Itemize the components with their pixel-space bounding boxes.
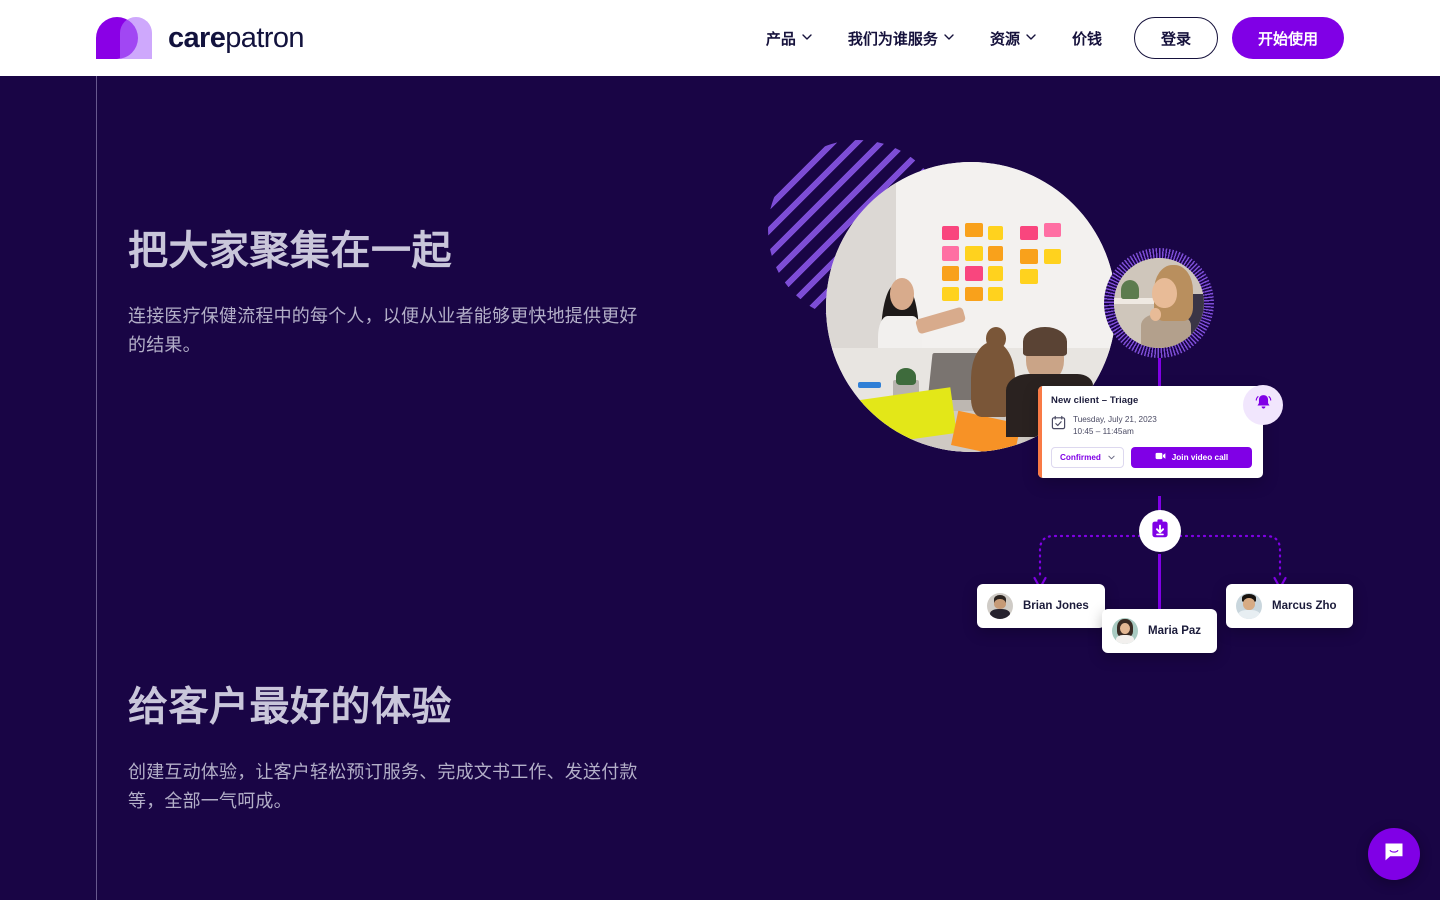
join-video-call-label: Join video call: [1172, 453, 1228, 462]
chevron-down-icon: [944, 32, 954, 42]
logo-word-bold: care: [168, 22, 225, 54]
appointment-date: Tuesday, July 21, 2023: [1073, 415, 1157, 424]
section-two-heading: 给客户最好的体验: [128, 682, 648, 732]
nav-item-who-we-serve-label: 我们为谁服务: [848, 28, 938, 49]
appointment-datetime: Tuesday, July 21, 2023 10:45 – 11:45am: [1051, 414, 1252, 438]
section-one-body: 连接医疗保健流程中的每个人，以便从业者能够更快地提供更好的结果。: [128, 302, 648, 360]
status-dropdown[interactable]: Confirmed: [1051, 447, 1124, 468]
clipboard-download-icon: [1149, 518, 1171, 545]
hero-stage: 把大家聚集在一起 连接医疗保健流程中的每个人，以便从业者能够更快地提供更好的结果…: [0, 76, 1440, 900]
chevron-down-icon: [1108, 453, 1115, 462]
person-card-brian-jones[interactable]: Brian Jones: [977, 584, 1105, 628]
bell-icon: [1254, 393, 1273, 417]
nav-item-products-label: 产品: [766, 28, 796, 49]
section-two-body: 创建互动体验，让客户轻松预订服务、完成文书工作、发送付款等，全部一气呵成。: [128, 758, 648, 816]
logo-word-regular: patron: [225, 22, 304, 54]
brian-jones-avatar: [987, 593, 1013, 619]
nav-item-pricing-label: 价钱: [1072, 28, 1102, 49]
calendar-check-icon: [1051, 415, 1066, 430]
video-camera-icon: [1155, 452, 1166, 462]
maria-paz-avatar: [1112, 618, 1138, 644]
chevron-down-icon: [802, 32, 812, 42]
bell-notification-badge[interactable]: [1243, 385, 1283, 425]
main-navigation: 产品 我们为谁服务 资源 价钱 登录 开始使用: [748, 0, 1344, 76]
nav-item-pricing[interactable]: 价钱: [1054, 28, 1120, 49]
appointment-time: 10:45 – 11:45am: [1073, 427, 1134, 436]
site-header: carepatron 产品 我们为谁服务 资源 价钱 登录 开始使用: [0, 0, 1440, 76]
login-button[interactable]: 登录: [1134, 17, 1218, 59]
nav-item-who-we-serve[interactable]: 我们为谁服务: [830, 28, 972, 49]
chevron-down-icon: [1026, 32, 1036, 42]
appointment-card[interactable]: New client – Triage Tuesday, July 21, 20…: [1038, 386, 1263, 478]
appointment-title: New client – Triage: [1051, 395, 1252, 406]
section-one-heading: 把大家聚集在一起: [128, 226, 648, 276]
chat-launcher-button[interactable]: [1368, 828, 1420, 880]
person-name: Marcus Zho: [1272, 600, 1337, 612]
join-video-call-button[interactable]: Join video call: [1131, 447, 1252, 468]
card-accent-bar: [1038, 386, 1042, 478]
status-dropdown-label: Confirmed: [1060, 453, 1101, 462]
nav-item-resources[interactable]: 资源: [972, 28, 1054, 49]
section-one-copy: 把大家聚集在一起 连接医疗保健流程中的每个人，以便从业者能够更快地提供更好的结果…: [128, 226, 648, 360]
person-card-maria-paz[interactable]: Maria Paz: [1102, 609, 1217, 653]
left-grid-divider: [96, 76, 97, 900]
person-name: Maria Paz: [1148, 625, 1201, 637]
logo-blob-light: [120, 17, 152, 59]
carepatron-blob-logo-icon: [96, 14, 158, 62]
get-started-button[interactable]: 开始使用: [1232, 17, 1344, 59]
appointment-actions: Confirmed Join video call: [1051, 447, 1252, 468]
person-name: Brian Jones: [1023, 600, 1089, 612]
person-card-marcus-zho[interactable]: Marcus Zho: [1226, 584, 1353, 628]
clipboard-download-badge[interactable]: [1139, 510, 1181, 552]
section-two-copy: 给客户最好的体验 创建互动体验，让客户轻松预订服务、完成文书工作、发送付款等，全…: [128, 682, 648, 816]
logo-link[interactable]: carepatron: [96, 14, 304, 62]
hero-illustration: New client – Triage Tuesday, July 21, 20…: [760, 136, 1380, 656]
marcus-zho-avatar: [1236, 593, 1262, 619]
logo-wordmark: carepatron: [168, 24, 304, 53]
practitioner-avatar: [1104, 248, 1214, 358]
nav-item-products[interactable]: 产品: [748, 28, 830, 49]
nav-item-resources-label: 资源: [990, 28, 1020, 49]
chat-bubble-icon: [1381, 839, 1407, 870]
